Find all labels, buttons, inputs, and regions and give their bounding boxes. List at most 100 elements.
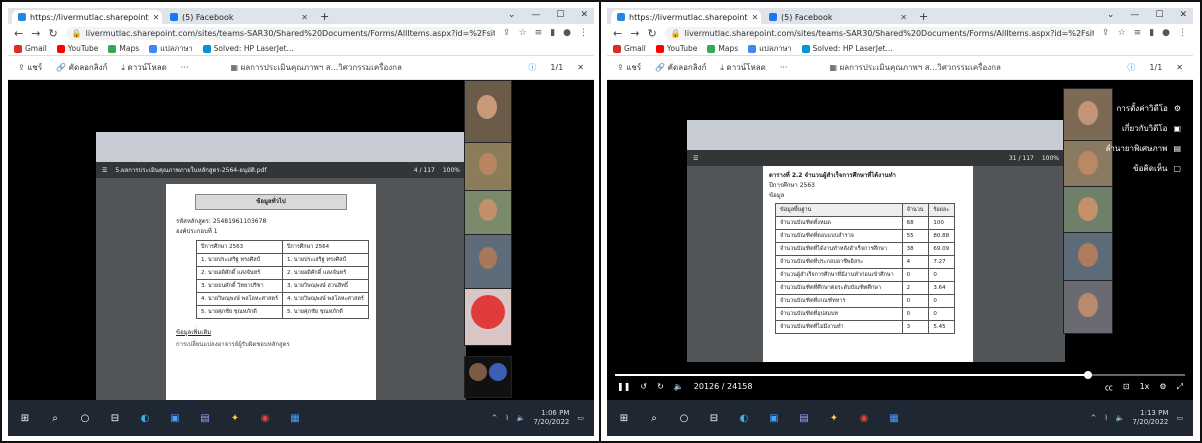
bookmark-maps[interactable]: Maps bbox=[707, 44, 738, 53]
forward-icon[interactable]: ↻ bbox=[657, 382, 664, 391]
share-icon[interactable]: ⇪ bbox=[1102, 28, 1110, 38]
about-video-item[interactable]: เกี่ยวกับวิดีโอ ▣ bbox=[1122, 122, 1181, 135]
bookmark-gmail[interactable]: Gmail bbox=[14, 44, 47, 53]
tray-chevron-icon[interactable]: ^ bbox=[491, 414, 497, 422]
video-progress-bar[interactable] bbox=[615, 371, 1185, 379]
teams-icon[interactable]: ▤ bbox=[797, 411, 811, 425]
search-icon[interactable]: ⌕ bbox=[48, 411, 62, 425]
close-icon[interactable]: ✕ bbox=[301, 13, 308, 22]
notification-icon[interactable]: ▭ bbox=[577, 414, 584, 422]
info-icon[interactable]: ⓘ bbox=[528, 62, 536, 73]
new-tab-button[interactable]: + bbox=[919, 10, 928, 23]
task-view-icon[interactable]: ○ bbox=[78, 411, 92, 425]
sidepanel-icon[interactable]: ▮ bbox=[550, 28, 555, 38]
notification-icon[interactable]: ▭ bbox=[1176, 414, 1183, 422]
sidepanel-icon[interactable]: ▮ bbox=[1149, 28, 1154, 38]
photos-icon[interactable]: ✦ bbox=[228, 411, 242, 425]
back-icon[interactable]: ← bbox=[14, 27, 23, 40]
close-icon[interactable]: ✕ bbox=[1176, 63, 1183, 72]
bookmark-translate[interactable]: แปลภาษา bbox=[748, 43, 792, 55]
copy-link-button[interactable]: 🔗 คัดลอกลิงก์ bbox=[56, 61, 107, 74]
forward-icon[interactable]: → bbox=[630, 27, 639, 40]
bookmark-gmail[interactable]: Gmail bbox=[613, 44, 646, 53]
pause-icon[interactable]: ❚❚ bbox=[617, 382, 630, 391]
bookmark-hp[interactable]: Solved: HP LaserJet... bbox=[801, 44, 893, 53]
windows-start-icon[interactable]: ⊞ bbox=[617, 411, 631, 425]
app-icon[interactable]: ▦ bbox=[288, 411, 302, 425]
clock[interactable]: 1:06 PM 7/20/2022 bbox=[533, 409, 569, 427]
reload-icon[interactable]: ↻ bbox=[48, 27, 57, 40]
bookmark-maps[interactable]: Maps bbox=[108, 44, 139, 53]
tab-sharepoint[interactable]: https://livermutlac.sharepoint ✕ bbox=[12, 10, 162, 24]
share-icon[interactable]: ⇪ bbox=[503, 28, 511, 38]
tab-facebook[interactable]: (5) Facebook ✕ bbox=[763, 10, 913, 24]
forward-icon[interactable]: → bbox=[31, 27, 40, 40]
minimize-button[interactable]: — bbox=[531, 10, 540, 20]
url-input[interactable]: 🔒 livermutlac.sharepoint.com/sites/teams… bbox=[65, 26, 496, 40]
chrome-icon[interactable]: ◉ bbox=[258, 411, 272, 425]
download-button[interactable]: ⤓ ดาวน์โหลด bbox=[720, 61, 765, 74]
share-button[interactable]: ⇪ แชร์ bbox=[18, 61, 42, 74]
more-button[interactable]: ··· bbox=[780, 63, 788, 72]
task-view-icon[interactable]: ○ bbox=[677, 411, 691, 425]
chevron-down-icon[interactable]: ⌄ bbox=[508, 10, 516, 20]
extensions-icon[interactable]: ≡ bbox=[1134, 28, 1142, 38]
volume-icon[interactable]: 🔈 bbox=[517, 414, 526, 422]
clock[interactable]: 1:13 PM 7/20/2022 bbox=[1132, 409, 1168, 427]
back-icon[interactable]: ← bbox=[613, 27, 622, 40]
bookmark-hp[interactable]: Solved: HP LaserJet... bbox=[202, 44, 294, 53]
volume-icon[interactable]: 🔈 bbox=[1116, 414, 1125, 422]
store-icon[interactable]: ▣ bbox=[168, 411, 182, 425]
bookmark-translate[interactable]: แปลภาษา bbox=[149, 43, 193, 55]
network-icon[interactable]: ⌇ bbox=[1104, 414, 1107, 422]
fullscreen-icon[interactable]: ⤢ bbox=[1177, 382, 1183, 393]
info-icon[interactable]: ⓘ bbox=[1127, 62, 1135, 73]
close-icon[interactable]: ✕ bbox=[153, 13, 160, 22]
teams-icon[interactable]: ▤ bbox=[198, 411, 212, 425]
close-icon[interactable]: ✕ bbox=[577, 63, 584, 72]
taskview-icon[interactable]: ⊟ bbox=[707, 411, 721, 425]
tab-facebook[interactable]: (5) Facebook ✕ bbox=[164, 10, 314, 24]
close-window-button[interactable]: ✕ bbox=[1179, 10, 1187, 20]
search-icon[interactable]: ⌕ bbox=[647, 411, 661, 425]
download-button[interactable]: ⤓ ดาวน์โหลด bbox=[121, 61, 166, 74]
menu-icon[interactable]: ⋮ bbox=[579, 28, 588, 38]
close-window-button[interactable]: ✕ bbox=[580, 10, 588, 20]
volume-icon[interactable]: 🔈 bbox=[674, 382, 684, 391]
captions-icon[interactable]: ㏄ bbox=[1105, 382, 1113, 393]
url-input[interactable]: 🔒 livermutlac.sharepoint.com/sites/teams… bbox=[664, 26, 1095, 40]
photos-icon[interactable]: ✦ bbox=[827, 411, 841, 425]
edge-icon[interactable]: ◐ bbox=[138, 411, 152, 425]
tab-sharepoint[interactable]: https://livermutlac.sharepoint ✕ bbox=[611, 10, 761, 24]
reload-icon[interactable]: ↻ bbox=[647, 27, 656, 40]
store-icon[interactable]: ▣ bbox=[767, 411, 781, 425]
maximize-button[interactable]: ☐ bbox=[1155, 10, 1163, 20]
copy-link-button[interactable]: 🔗 คัดลอกลิงก์ bbox=[655, 61, 706, 74]
windows-start-icon[interactable]: ⊞ bbox=[18, 411, 32, 425]
star-icon[interactable]: ☆ bbox=[519, 28, 527, 38]
bookmark-youtube[interactable]: YouTube bbox=[56, 44, 98, 53]
hd-icon[interactable]: ⊡ bbox=[1123, 382, 1130, 393]
app-icon[interactable]: ▦ bbox=[887, 411, 901, 425]
taskview-icon[interactable]: ⊟ bbox=[108, 411, 122, 425]
chrome-icon[interactable]: ◉ bbox=[857, 411, 871, 425]
extensions-icon[interactable]: ≡ bbox=[535, 28, 543, 38]
new-tab-button[interactable]: + bbox=[320, 10, 329, 23]
chevron-down-icon[interactable]: ⌄ bbox=[1107, 10, 1115, 20]
star-icon[interactable]: ☆ bbox=[1118, 28, 1126, 38]
speaker-view-item[interactable]: ลำนายาพิเศษภาพ ▤ bbox=[1106, 142, 1182, 155]
minimize-button[interactable]: — bbox=[1130, 10, 1139, 20]
edge-icon[interactable]: ◐ bbox=[737, 411, 751, 425]
network-icon[interactable]: ⌇ bbox=[505, 414, 508, 422]
progress-knob[interactable] bbox=[1084, 371, 1093, 379]
bookmark-youtube[interactable]: YouTube bbox=[655, 44, 697, 53]
video-settings-item[interactable]: การตั้งค่าวิดีโอ ⚙ bbox=[1116, 102, 1181, 115]
rewind-icon[interactable]: ↺ bbox=[640, 382, 647, 391]
settings-icon[interactable]: ⚙ bbox=[1159, 382, 1166, 393]
comments-item[interactable]: ข้อคิดเห็น ▢ bbox=[1133, 162, 1181, 175]
speed-icon[interactable]: 1x bbox=[1140, 382, 1150, 393]
profile-icon[interactable]: ● bbox=[1162, 28, 1170, 38]
profile-icon[interactable]: ● bbox=[563, 28, 571, 38]
maximize-button[interactable]: ☐ bbox=[556, 10, 564, 20]
share-button[interactable]: ⇪ แชร์ bbox=[617, 61, 641, 74]
